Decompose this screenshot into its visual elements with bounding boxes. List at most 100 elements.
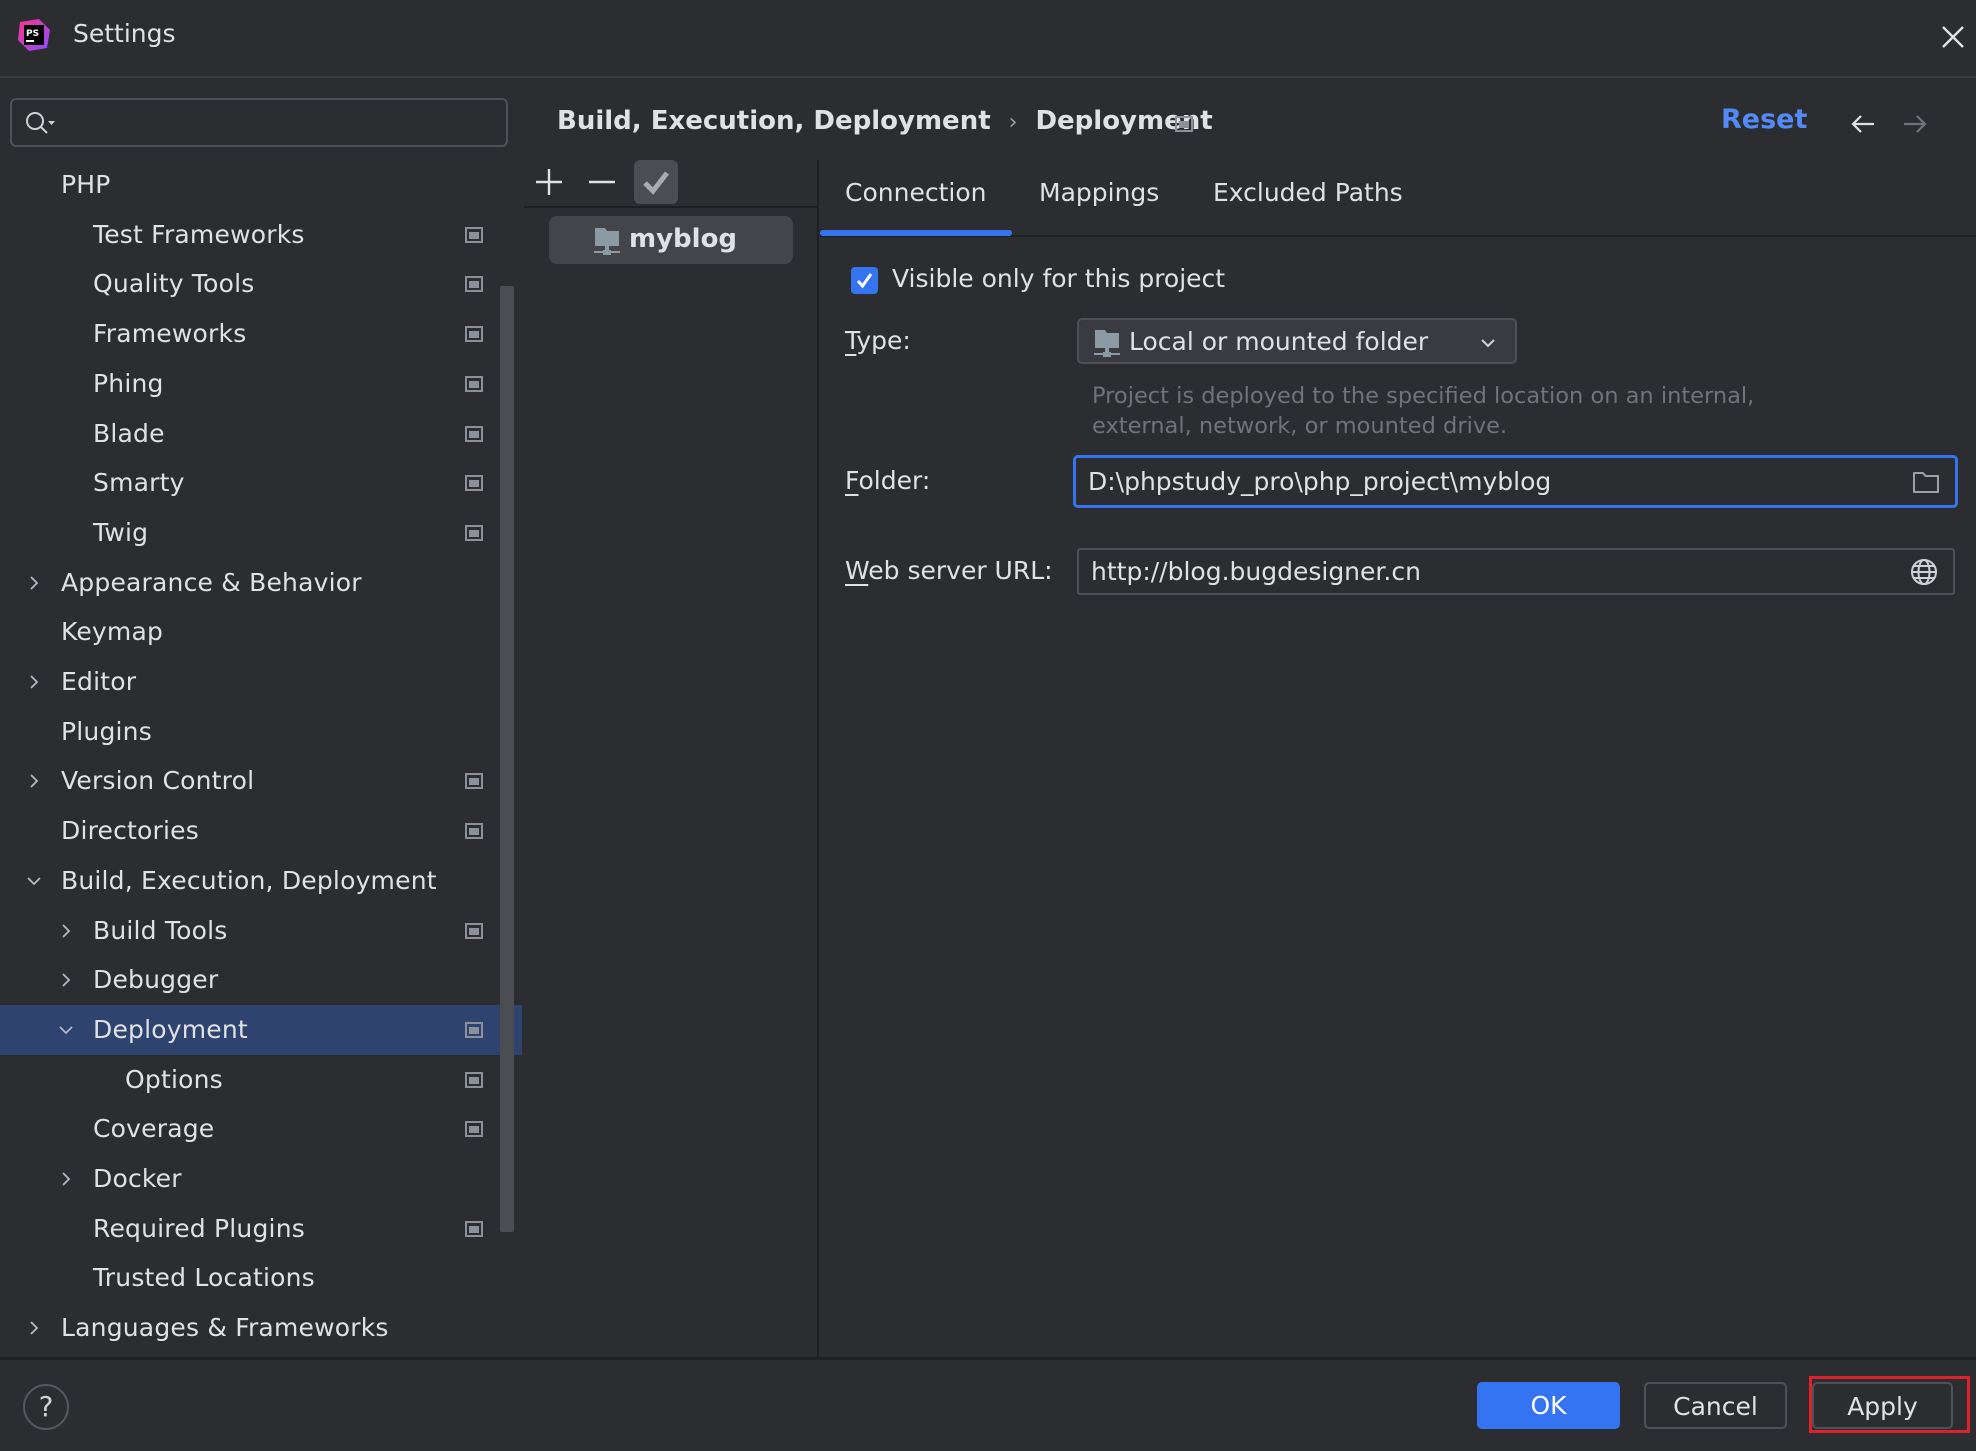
visible-only-checkbox[interactable] xyxy=(851,267,878,294)
project-level-icon xyxy=(1175,116,1193,132)
chevron-right-icon[interactable] xyxy=(24,672,44,692)
sidebar-item[interactable]: Coverage xyxy=(0,1104,522,1154)
type-dropdown[interactable]: Local or mounted folder xyxy=(1077,318,1517,364)
sidebar-item[interactable]: Test Frameworks xyxy=(0,210,522,260)
sidebar-item[interactable]: Build, Execution, Deployment xyxy=(0,856,522,906)
sidebar-item[interactable]: Docker xyxy=(0,1154,522,1204)
sidebar-item[interactable]: Options xyxy=(0,1055,522,1105)
web-server-url-mnemonic: W xyxy=(845,556,869,585)
sidebar-scrollbar[interactable] xyxy=(500,286,514,1232)
type-label-text: ype: xyxy=(856,326,911,355)
sidebar-item-label: Version Control xyxy=(61,766,255,796)
project-level-icon xyxy=(465,524,483,541)
folder-field[interactable] xyxy=(1073,455,1958,508)
arrow-left-icon[interactable] xyxy=(1848,110,1878,138)
chevron-right-icon[interactable] xyxy=(56,1169,76,1189)
apply-button[interactable]: Apply xyxy=(1812,1382,1953,1429)
sidebar-item[interactable]: Phing xyxy=(0,359,522,409)
web-server-url-input[interactable] xyxy=(1091,550,1885,593)
globe-icon[interactable] xyxy=(1909,557,1939,587)
checkmark-icon xyxy=(643,171,669,195)
sidebar-item[interactable]: Frameworks xyxy=(0,309,522,359)
chevron-down-icon xyxy=(1481,339,1495,348)
svg-text:PS: PS xyxy=(26,29,39,39)
ok-button[interactable]: OK xyxy=(1477,1382,1620,1429)
phpstorm-logo-icon: PS xyxy=(18,19,50,51)
sidebar-item-label: Debugger xyxy=(93,965,219,995)
sidebar-item[interactable]: Plugins xyxy=(0,707,522,757)
sidebar-item-label: Build, Execution, Deployment xyxy=(61,865,437,895)
search-input[interactable] xyxy=(64,106,498,140)
sidebar-item[interactable]: Twig xyxy=(0,508,522,558)
plus-icon[interactable] xyxy=(527,160,571,204)
type-dropdown-value: Local or mounted folder xyxy=(1129,327,1429,356)
network-folder-icon xyxy=(1094,330,1120,357)
sidebar-item[interactable]: Deployment xyxy=(0,1004,522,1055)
sidebar-item-label: Phing xyxy=(93,368,164,398)
visible-only-label[interactable]: Visible only for this project xyxy=(892,264,1225,293)
server-name: myblog xyxy=(629,224,738,254)
tab-connection[interactable]: Connection xyxy=(845,178,986,207)
project-level-icon xyxy=(465,823,483,840)
project-level-icon xyxy=(465,922,483,939)
web-server-url-label: Web server URL: xyxy=(845,556,1053,585)
type-label-mnemonic: T xyxy=(845,326,857,355)
server-list-item[interactable]: myblog xyxy=(549,216,793,264)
project-level-icon xyxy=(465,375,483,392)
project-level-icon xyxy=(465,475,483,492)
project-level-icon xyxy=(465,1071,483,1088)
help-button[interactable]: ? xyxy=(23,1384,69,1430)
sidebar-item[interactable]: PHP xyxy=(0,160,522,210)
chevron-down-icon[interactable] xyxy=(24,871,44,891)
footer-divider xyxy=(0,1357,1976,1360)
sidebar-item-label: Blade xyxy=(93,418,165,448)
project-level-icon xyxy=(465,326,483,343)
sidebar-item[interactable]: Languages & Frameworks xyxy=(0,1303,522,1353)
folder-icon[interactable] xyxy=(1911,467,1941,497)
sidebar-item[interactable]: Directories xyxy=(0,806,522,856)
set-default-button[interactable] xyxy=(634,160,678,204)
sidebar-item[interactable]: Editor xyxy=(0,657,522,707)
sidebar-item-label: Keymap xyxy=(61,617,164,647)
tab-excluded-paths[interactable]: Excluded Paths xyxy=(1213,178,1403,207)
chevron-right-icon[interactable] xyxy=(56,970,76,990)
folder-label-text: older: xyxy=(858,466,931,495)
sidebar-item-label: Docker xyxy=(93,1164,182,1193)
reset-link[interactable]: Reset xyxy=(1721,104,1807,135)
sidebar-item[interactable]: Version Control xyxy=(0,756,522,806)
minus-icon[interactable] xyxy=(580,160,624,204)
sidebar-item[interactable]: Build Tools xyxy=(0,906,522,956)
cancel-button[interactable]: Cancel xyxy=(1644,1382,1787,1429)
web-server-url-field[interactable] xyxy=(1077,548,1955,595)
sidebar-item-label: Twig xyxy=(93,517,149,547)
checkmark-icon xyxy=(856,273,873,289)
chevron-right-icon[interactable] xyxy=(24,771,44,791)
chevron-right-icon[interactable] xyxy=(24,573,44,593)
chevron-right-icon[interactable] xyxy=(56,921,76,941)
sidebar-item-label: Smarty xyxy=(93,468,185,498)
type-hint-line1: Project is deployed to the specified loc… xyxy=(1092,383,1755,409)
sidebar-item[interactable]: Blade xyxy=(0,409,522,459)
sidebar-item[interactable]: Smarty xyxy=(0,458,522,508)
panel-divider[interactable] xyxy=(817,160,819,1358)
sidebar-item-label: Languages & Frameworks xyxy=(61,1313,389,1343)
folder-input[interactable] xyxy=(1088,458,1887,505)
sidebar-item[interactable]: Keymap xyxy=(0,607,522,657)
sidebar-item[interactable]: Required Plugins xyxy=(0,1204,522,1254)
sidebar-item[interactable]: Debugger xyxy=(0,955,522,1005)
window-title: Settings xyxy=(73,19,176,48)
chevron-down-icon[interactable] xyxy=(56,1020,76,1040)
project-level-icon xyxy=(465,276,483,293)
settings-search[interactable] xyxy=(10,98,508,147)
breadcrumb-item-parent[interactable]: Build, Execution, Deployment xyxy=(557,106,991,136)
type-label: Type: xyxy=(845,326,911,355)
sidebar-item[interactable]: Trusted Locations xyxy=(0,1253,522,1303)
close-icon[interactable] xyxy=(1938,22,1968,52)
tab-mappings[interactable]: Mappings xyxy=(1039,178,1159,207)
sidebar-item-label: Deployment xyxy=(93,1014,248,1044)
sidebar-item[interactable]: Quality Tools xyxy=(0,259,522,309)
arrow-right-icon[interactable] xyxy=(1900,110,1930,138)
chevron-right-icon[interactable] xyxy=(24,1318,44,1338)
sidebar-item-label: Build Tools xyxy=(93,915,228,945)
sidebar-item[interactable]: Appearance & Behavior xyxy=(0,558,522,608)
